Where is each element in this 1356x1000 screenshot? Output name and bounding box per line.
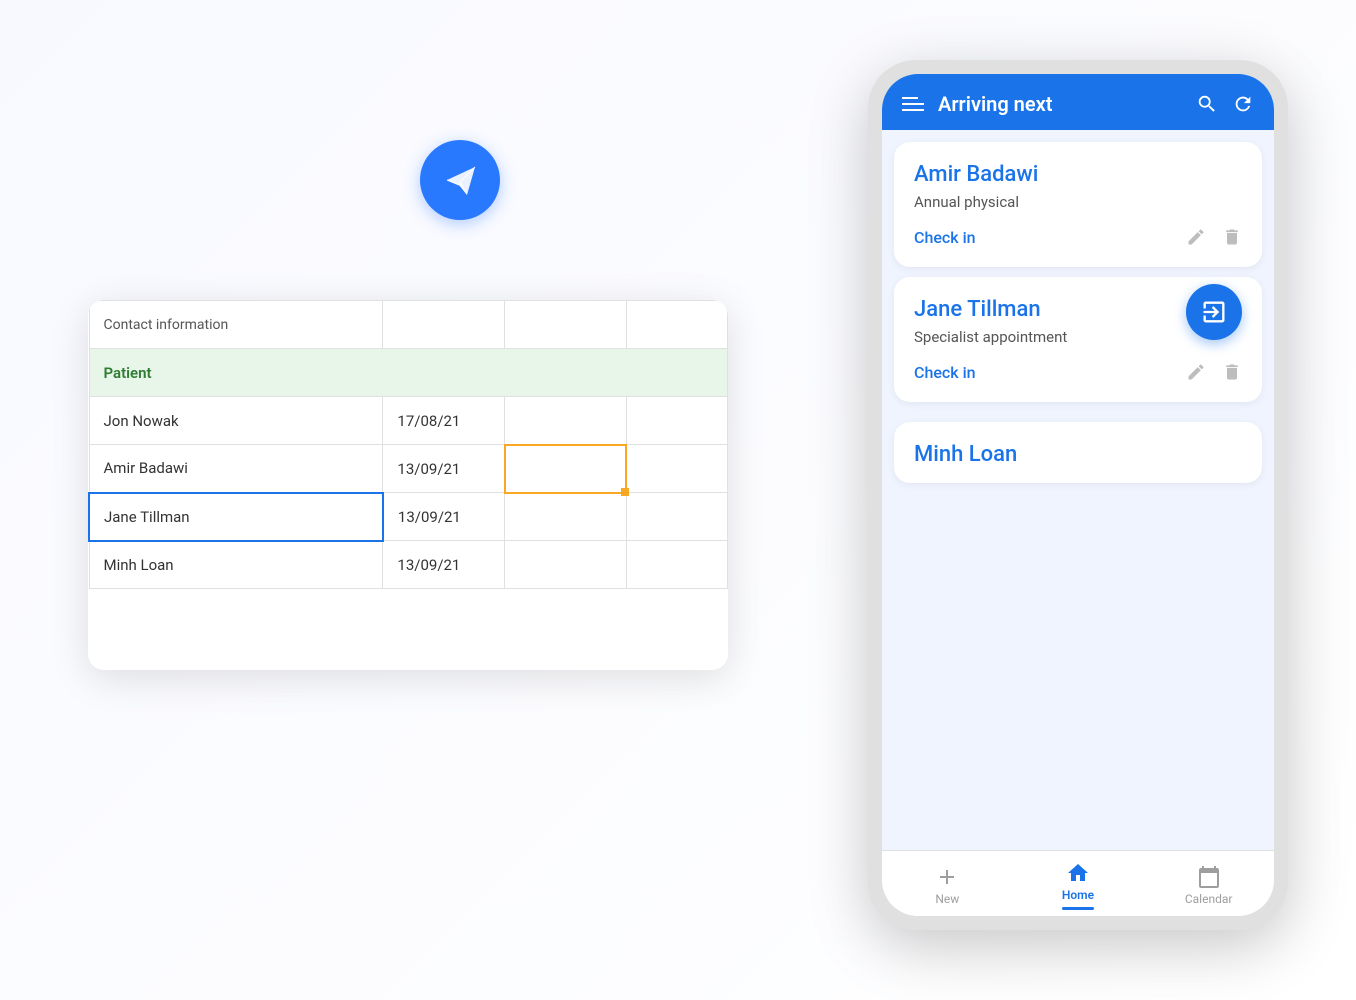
search-icon[interactable]	[1196, 93, 1218, 115]
table-row: Minh Loan 13/09/21	[89, 541, 728, 589]
nav-active-indicator	[1062, 907, 1094, 910]
bottom-navigation: New Home	[882, 850, 1274, 916]
patient-actions-amir: Check in	[914, 227, 1242, 247]
app-logo	[420, 140, 500, 220]
phone-container: Arriving next Amir Badawi Annual	[868, 60, 1288, 930]
spreadsheet-table: Contact information Patient Jon Nowak 17…	[88, 300, 728, 589]
patient-extra2-amir	[626, 445, 727, 493]
phone-content: Amir Badawi Annual physical Check in	[882, 130, 1274, 850]
patient-name-jon: Jon Nowak	[89, 397, 383, 445]
patient-name-minh-card: Minh Loan	[914, 442, 1242, 467]
table-row: Amir Badawi 13/09/21	[89, 445, 728, 493]
patient-extra1-minh	[505, 541, 627, 589]
phone-outer: Arriving next Amir Badawi Annual	[868, 60, 1288, 930]
nav-item-home[interactable]: Home	[1043, 861, 1113, 910]
patient-selected-amir[interactable]	[505, 445, 627, 493]
check-in-amir[interactable]: Check in	[914, 228, 1170, 247]
patient-name-amir-card: Amir Badawi	[914, 162, 1242, 187]
patient-header-row: Patient	[89, 349, 728, 397]
patient-date-jane: 13/09/21	[383, 493, 505, 541]
patient-date-jon: 17/08/21	[383, 397, 505, 445]
contact-info-row: Contact information	[89, 301, 728, 349]
nav-item-new[interactable]: New	[912, 865, 982, 906]
calendar-icon	[1197, 865, 1221, 889]
plus-icon	[935, 865, 959, 889]
contact-date-empty	[383, 301, 505, 349]
edit-icon-amir[interactable]	[1186, 227, 1206, 247]
fab-checkin-button[interactable]	[1186, 284, 1242, 340]
patient-name-amir: Amir Badawi	[89, 445, 383, 493]
patient-extra2-minh	[626, 541, 727, 589]
patient-card-minh-partial: Minh Loan	[894, 422, 1262, 483]
contact-extra1	[505, 301, 627, 349]
refresh-icon[interactable]	[1232, 93, 1254, 115]
nav-label-home: Home	[1062, 888, 1094, 902]
patient-actions-jane: Check in	[914, 362, 1242, 382]
patient-extra2-jon	[626, 397, 727, 445]
patient-card-amir: Amir Badawi Annual physical Check in	[894, 142, 1262, 267]
contact-info-cell: Contact information	[89, 301, 383, 349]
patient-type-amir: Annual physical	[914, 193, 1242, 211]
patient-name-minh: Minh Loan	[89, 541, 383, 589]
delete-icon-amir[interactable]	[1222, 227, 1242, 247]
phone-header: Arriving next	[882, 74, 1274, 130]
spreadsheet-panel: Contact information Patient Jon Nowak 17…	[88, 300, 728, 670]
table-row: Jon Nowak 17/08/21	[89, 397, 728, 445]
delete-icon-jane[interactable]	[1222, 362, 1242, 382]
check-in-jane[interactable]: Check in	[914, 363, 1170, 382]
phone-screen: Arriving next Amir Badawi Annual	[882, 74, 1274, 916]
contact-extra2	[626, 301, 727, 349]
nav-item-calendar[interactable]: Calendar	[1174, 865, 1244, 906]
nav-label-calendar: Calendar	[1185, 892, 1233, 906]
menu-icon[interactable]	[902, 97, 924, 111]
header-title: Arriving next	[938, 92, 1182, 116]
patient-extra1-jane	[505, 493, 627, 541]
table-row: Jane Tillman 13/09/21	[89, 493, 728, 541]
patient-date-amir: 13/09/21	[383, 445, 505, 493]
patient-header-cell: Patient	[89, 349, 728, 397]
resize-handle-yellow	[621, 488, 629, 496]
patient-extra2-jane	[626, 493, 727, 541]
nav-label-new: New	[935, 892, 959, 906]
home-icon	[1066, 861, 1090, 885]
patient-extra1-jon	[505, 397, 627, 445]
patient-name-jane[interactable]: Jane Tillman	[89, 493, 383, 541]
edit-icon-jane[interactable]	[1186, 362, 1206, 382]
patient-date-minh: 13/09/21	[383, 541, 505, 589]
